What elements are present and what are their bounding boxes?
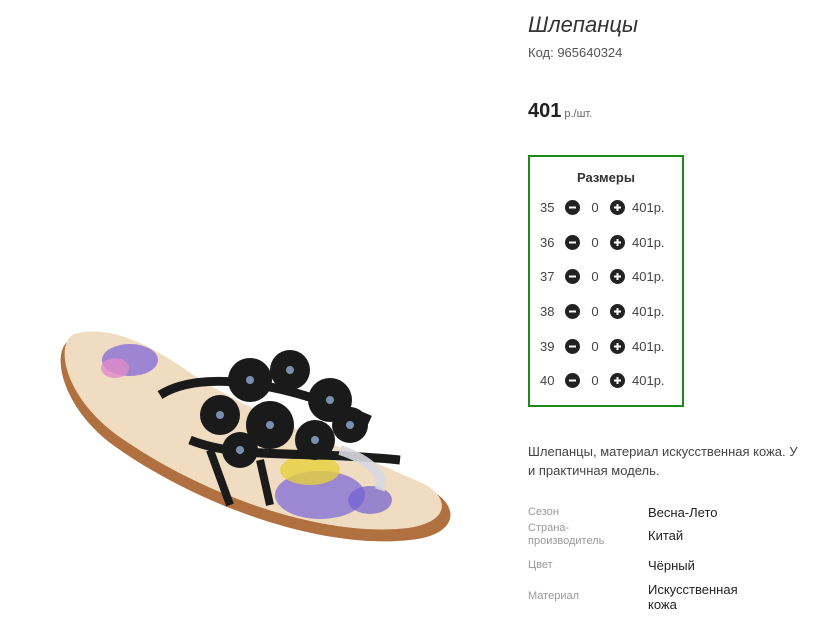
description-line: Шлепанцы, материал искусственная кожа. У xyxy=(528,444,798,459)
size-price: 401р. xyxy=(632,303,665,319)
price-value: 401 xyxy=(528,100,562,122)
minus-circle-icon[interactable] xyxy=(565,199,580,215)
attribute-row: Материал Искусственная кожа xyxy=(528,580,822,613)
minus-circle-icon[interactable] xyxy=(565,269,580,285)
minus-circle-icon[interactable] xyxy=(565,338,580,354)
plus-circle-icon[interactable] xyxy=(610,269,625,285)
plus-circle-icon[interactable] xyxy=(610,199,625,215)
attribute-value: Весна-Лето xyxy=(648,505,718,520)
plus-circle-icon[interactable] xyxy=(610,303,625,319)
size-price: 401р. xyxy=(632,234,665,250)
product-description: Шлепанцы, материал искусственная кожа. У… xyxy=(528,442,822,480)
size-label: 38 xyxy=(540,303,555,319)
attribute-label: Страна-производитель xyxy=(528,522,605,547)
quantity-value[interactable]: 0 xyxy=(580,235,610,250)
quantity-value[interactable]: 0 xyxy=(580,200,610,215)
attributes-table: Сезон Весна-Лето Страна-производитель Китай… xyxy=(528,505,822,613)
attribute-label: Материал xyxy=(528,590,579,602)
minus-circle-icon[interactable] xyxy=(565,303,580,319)
attribute-label: Сезон xyxy=(528,506,559,518)
plus-circle-icon[interactable] xyxy=(610,338,625,354)
attribute-label: Цвет xyxy=(528,558,553,571)
quantity-value[interactable]: 0 xyxy=(580,339,610,354)
attribute-value: Искусственная кожа xyxy=(648,581,738,612)
attribute-row: Сезон Весна-Лето xyxy=(528,505,822,520)
plus-circle-icon[interactable] xyxy=(610,234,625,250)
size-row: 35 0 401р. xyxy=(530,190,682,225)
plus-circle-icon[interactable] xyxy=(610,373,625,389)
quantity-value[interactable]: 0 xyxy=(580,269,610,284)
size-row: 38 0 401р. xyxy=(530,294,682,329)
size-row: 37 0 401р. xyxy=(530,259,682,294)
quantity-value[interactable]: 0 xyxy=(580,304,610,319)
size-row: 36 0 401р. xyxy=(530,225,682,260)
sizes-heading: Размеры xyxy=(577,170,635,185)
size-price: 401р. xyxy=(632,269,665,285)
description-line: и практичная модель. xyxy=(528,463,660,478)
size-label: 35 xyxy=(540,199,555,215)
quantity-value[interactable]: 0 xyxy=(580,373,610,388)
attribute-row: Страна-производитель Китай xyxy=(528,520,822,550)
sizes-panel: Размеры 35 0 401р. 36 0 401р. 37 0 401р. 38 0 401р.… xyxy=(528,155,684,407)
product-price: 401 р./шт. xyxy=(528,100,592,123)
attribute-row: Цвет Чёрный xyxy=(528,550,822,580)
size-label: 40 xyxy=(540,373,555,389)
price-unit: р./шт. xyxy=(564,108,593,120)
size-label: 37 xyxy=(540,269,555,285)
size-row: 40 0 401р. xyxy=(530,363,682,398)
size-price: 401р. xyxy=(632,373,665,389)
size-row: 39 0 401р. xyxy=(530,329,682,364)
size-price: 401р. xyxy=(632,338,665,354)
sandal-illustration xyxy=(60,331,451,542)
product-image[interactable] xyxy=(0,0,500,636)
minus-circle-icon[interactable] xyxy=(565,373,580,389)
size-label: 39 xyxy=(540,338,555,354)
size-label: 36 xyxy=(540,234,555,250)
minus-circle-icon[interactable] xyxy=(565,234,580,250)
attribute-value: Китай xyxy=(648,527,684,543)
attribute-value: Чёрный xyxy=(648,557,695,573)
product-code: Код: 965640324 xyxy=(528,45,623,60)
product-title: Шлепанцы xyxy=(528,12,639,37)
size-price: 401р. xyxy=(632,199,665,215)
